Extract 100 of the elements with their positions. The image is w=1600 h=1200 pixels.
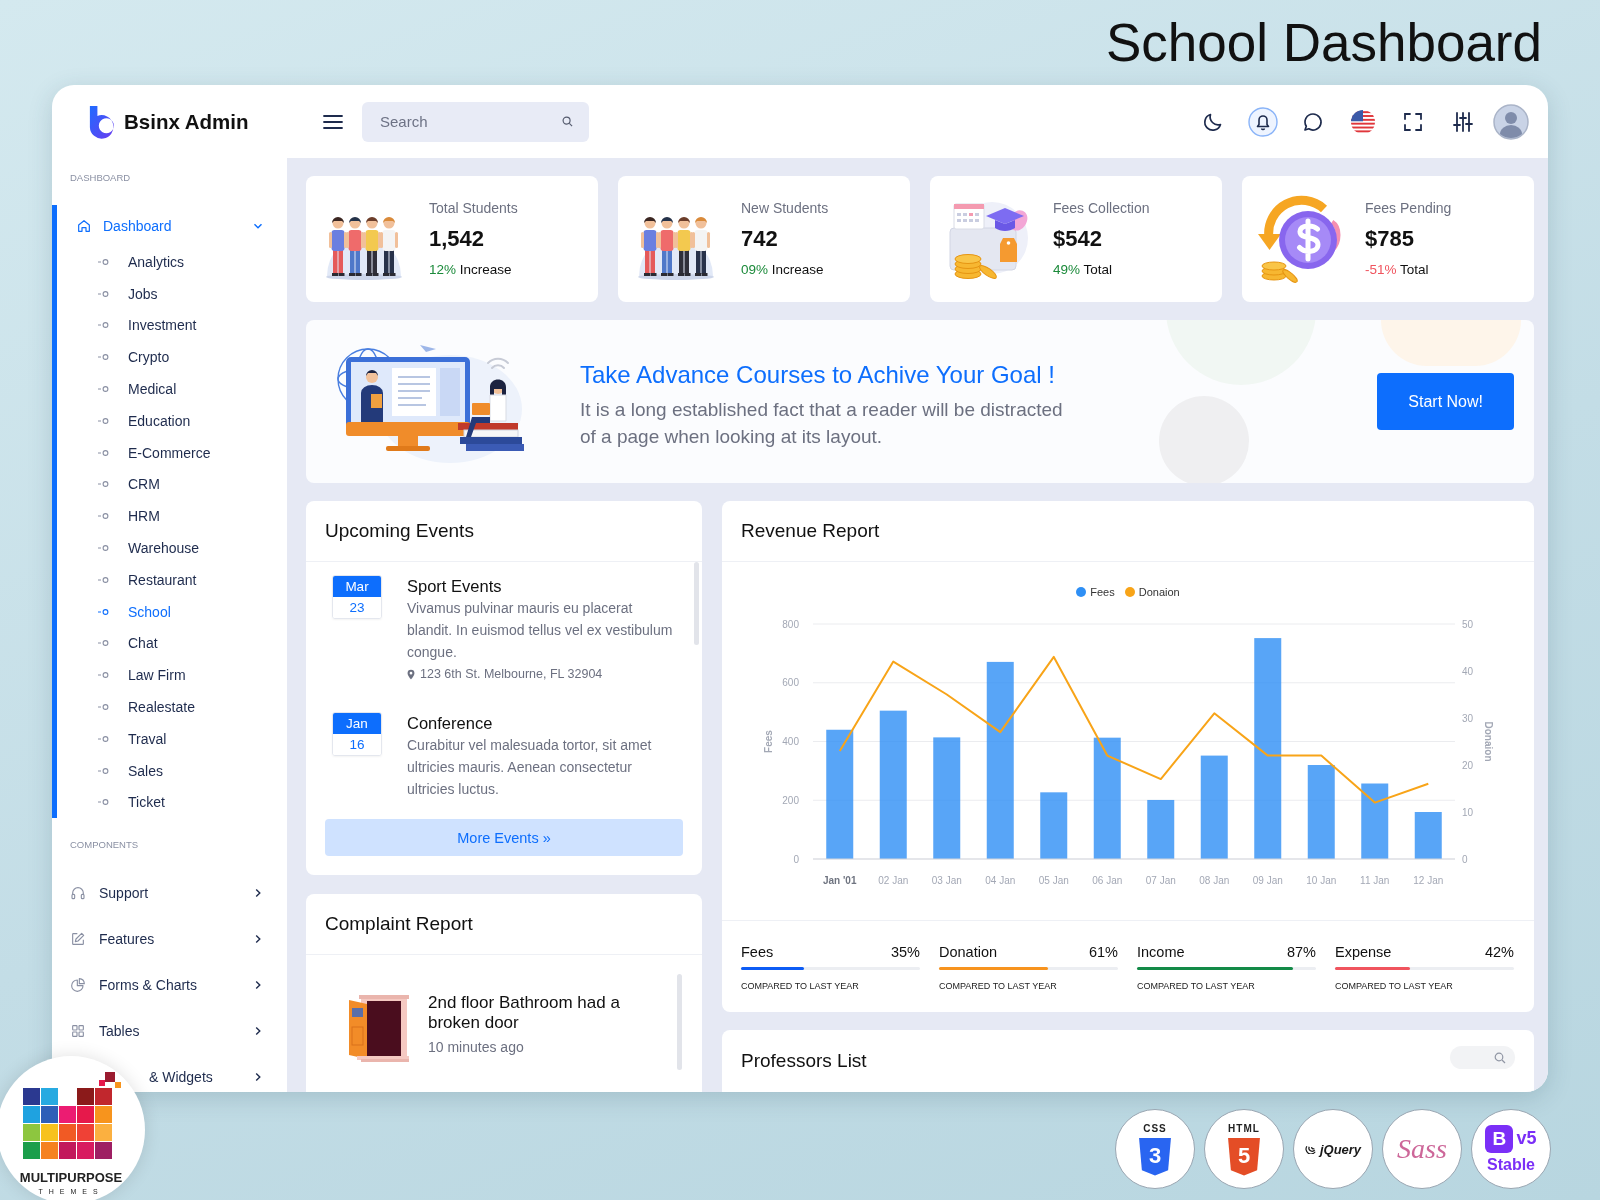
stat-label: Expense — [1335, 944, 1392, 960]
bar — [1040, 792, 1068, 859]
card-title: Upcoming Events — [325, 520, 474, 542]
submenu-item[interactable]: Education — [57, 405, 263, 437]
bullet-icon — [98, 639, 110, 648]
stat-value: 742 — [741, 225, 778, 253]
submenu-item[interactable]: Sales — [57, 754, 263, 787]
sidebar-item[interactable]: Support — [52, 878, 287, 909]
tech-caption: Stable — [1487, 1155, 1535, 1174]
submenu-item[interactable]: Warehouse — [57, 532, 263, 564]
bullet-icon — [98, 703, 110, 712]
y-axis-label: 10 — [1462, 806, 1474, 818]
event-month: Mar — [333, 576, 381, 597]
bullet-icon — [98, 575, 110, 584]
tech-label: CSS — [1143, 1122, 1167, 1135]
bullet-icon — [98, 512, 110, 521]
x-axis-label: 04 Jan — [985, 875, 1016, 886]
shield-logo: 3 — [1139, 1137, 1171, 1176]
bullet-icon — [98, 480, 110, 489]
bullet-icon — [98, 798, 110, 807]
y-axis-label: 30 — [1462, 712, 1474, 724]
stat-percent: 35% — [890, 944, 920, 960]
search-field[interactable] — [1450, 1046, 1515, 1069]
y-axis-label: 40 — [1462, 665, 1474, 677]
bullet-icon — [98, 321, 110, 330]
submenu-item[interactable]: Ticket — [57, 786, 263, 819]
bullet-icon — [98, 734, 110, 743]
bullet-icon — [98, 353, 110, 362]
tech-label: jQuery — [1319, 1141, 1362, 1157]
bar — [1147, 799, 1175, 859]
submenu-item[interactable]: Analytics — [57, 246, 263, 278]
sidebar-item[interactable]: Features — [52, 924, 287, 955]
sidebar-item[interactable]: & Widgets — [149, 1062, 287, 1092]
event-description: Vivamus pulvinar mauris eu placerat blandit. In euismod tellus vel ex vestibulum congue. — [407, 599, 674, 662]
x-axis-label: 03 Jan — [931, 875, 962, 886]
banner-title: Take Advance Courses to Achive Your Goal ! — [580, 359, 1055, 390]
menu-icon[interactable] — [323, 113, 343, 130]
headset-icon — [70, 885, 86, 902]
bullet-icon — [98, 544, 110, 553]
axis-title: Donaion — [1483, 721, 1494, 762]
y-axis-label: 600 — [782, 677, 799, 689]
stat-caption: COMPARED TO LAST YEAR — [741, 980, 859, 992]
swirl-icon — [1304, 1144, 1318, 1154]
sidebar-item[interactable]: Dashboard — [57, 205, 287, 246]
start-button[interactable]: Start Now! — [1377, 373, 1514, 430]
stat-change: -51% Total — [1365, 261, 1429, 279]
stat-change: 49% Total — [1053, 261, 1113, 279]
submenu-item[interactable]: HRM — [57, 500, 263, 533]
axis-title: Fees — [763, 730, 774, 753]
submenu-item[interactable]: Investment — [57, 309, 263, 342]
submenu-item[interactable]: School — [57, 595, 263, 628]
submenu-item[interactable]: Realestate — [57, 691, 263, 723]
vendor-name: MULTIPURPOSE — [19, 1170, 123, 1185]
x-axis-label: 02 Jan — [878, 875, 909, 886]
search-icon — [562, 116, 573, 127]
bullet-icon — [98, 766, 110, 775]
search-field[interactable]: Search — [362, 101, 589, 142]
sidebar-item[interactable]: Forms & Charts — [52, 970, 287, 1001]
sliders-icon[interactable] — [1451, 109, 1475, 134]
submenu-item[interactable]: E-Commerce — [57, 436, 263, 469]
stat-title: Fees Collection — [1053, 199, 1150, 218]
submenu-item[interactable]: Medical — [57, 373, 263, 405]
bullet-icon — [98, 671, 110, 680]
bullet-icon — [98, 257, 110, 266]
stat-label: Fees — [741, 944, 774, 960]
scrollbar-thumb[interactable] — [694, 562, 699, 645]
logo-icon — [21, 1072, 121, 1162]
flag-icon[interactable] — [1351, 109, 1375, 134]
legend-label: Donaion — [1138, 586, 1180, 598]
b-logo: B — [1485, 1124, 1514, 1153]
x-axis-label: 05 Jan — [1038, 875, 1069, 886]
submenu-item[interactable]: Traval — [57, 722, 263, 755]
pie-chart-icon — [70, 977, 86, 994]
x-axis-label: 08 Jan — [1199, 875, 1230, 886]
avatar[interactable] — [1493, 103, 1529, 140]
event-title: Sport Events — [407, 576, 502, 597]
stat-value: $542 — [1053, 225, 1102, 253]
more-events-button[interactable]: More Events » — [325, 819, 683, 856]
map-pin-icon — [407, 668, 415, 680]
event-day: 16 — [333, 734, 381, 755]
event-description: Curabitur vel malesuada tortor, sit amet ultricies mauris. Aenean consectetur ultricies luctus. — [407, 736, 653, 799]
stat-title: New Students — [741, 199, 829, 218]
submenu-item[interactable]: Law Firm — [57, 659, 263, 692]
bell-icon[interactable] — [1248, 106, 1278, 137]
x-axis-label: 11 Jan — [1360, 875, 1390, 886]
y-axis-label: 0 — [793, 853, 799, 865]
event-month: Jan — [333, 713, 381, 734]
tech-label: v5 — [1516, 1128, 1537, 1149]
shield-logo: 5 — [1228, 1137, 1260, 1176]
submenu-item[interactable]: Chat — [57, 627, 263, 660]
submenu-item[interactable]: Restaurant — [57, 563, 263, 596]
y-axis-label: 400 — [782, 736, 799, 747]
x-axis-label: 07 Jan — [1145, 875, 1176, 886]
sidebar-item[interactable]: Tables — [52, 1016, 287, 1047]
submenu-item[interactable]: Jobs — [57, 277, 263, 310]
submenu-item[interactable]: CRM — [57, 468, 263, 501]
bullet-icon — [98, 289, 110, 298]
stat-caption: COMPARED TO LAST YEAR — [939, 980, 1057, 992]
scrollbar-thumb[interactable] — [677, 974, 682, 1070]
submenu-item[interactable]: Crypto — [57, 341, 263, 374]
